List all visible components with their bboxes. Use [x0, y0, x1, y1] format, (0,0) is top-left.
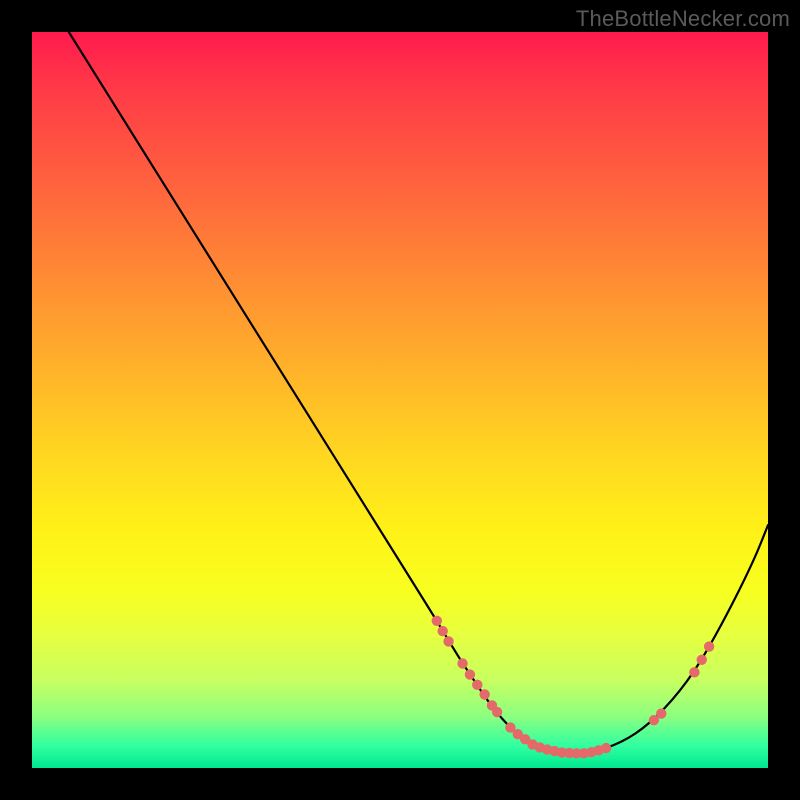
plot-area: [32, 32, 768, 768]
data-marker: [465, 669, 475, 679]
watermark-text: TheBottleNecker.com: [576, 6, 790, 32]
chart-svg: [32, 32, 768, 768]
data-marker: [492, 707, 502, 717]
data-marker: [689, 667, 699, 677]
data-markers: [432, 616, 715, 759]
data-marker: [601, 743, 611, 753]
data-marker: [656, 708, 666, 718]
data-marker: [443, 636, 453, 646]
data-marker: [432, 616, 442, 626]
data-marker: [479, 689, 489, 699]
data-marker: [704, 641, 714, 651]
data-marker: [437, 626, 447, 636]
data-marker: [457, 658, 467, 668]
data-marker: [697, 655, 707, 665]
data-marker: [472, 680, 482, 690]
bottleneck-curve: [69, 32, 768, 753]
chart-frame: TheBottleNecker.com: [0, 0, 800, 800]
